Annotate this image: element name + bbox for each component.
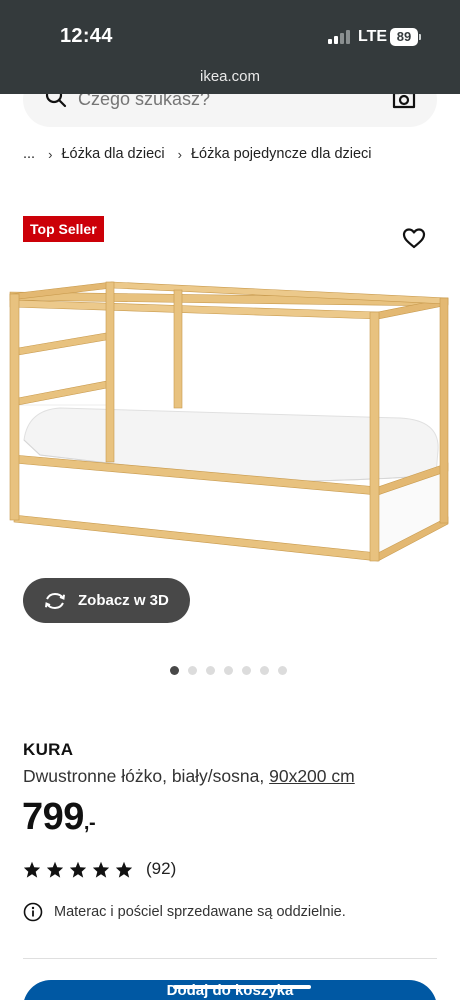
carousel-dot[interactable]: [260, 666, 269, 675]
status-bar: 12:44 LTE 89: [0, 0, 460, 62]
chevron-right-icon: ›: [177, 146, 182, 162]
view-3d-button[interactable]: Zobacz w 3D: [23, 578, 190, 623]
chevron-right-icon: ›: [48, 146, 53, 162]
notice-text: Materac i pościel sprzedawane są oddziel…: [54, 904, 346, 920]
price-suffix: ,-: [83, 812, 96, 834]
product-image[interactable]: [0, 250, 460, 580]
battery-tip: [419, 34, 421, 40]
network-type: LTE: [358, 28, 388, 45]
info-icon: [23, 902, 43, 922]
carousel-dot[interactable]: [224, 666, 233, 675]
product-name: KURA: [23, 740, 74, 759]
view-3d-label: Zobacz w 3D: [78, 592, 169, 609]
carousel-indicator: [170, 666, 287, 675]
carousel-dot[interactable]: [206, 666, 215, 675]
carousel-dot[interactable]: [170, 666, 179, 675]
product-description-text: Dwustronne łóżko, biały/sosna,: [23, 766, 265, 786]
review-count: (92): [146, 859, 177, 878]
home-indicator: [173, 985, 311, 989]
breadcrumb-item-kids-beds[interactable]: Łóżka dla dzieci: [61, 146, 164, 162]
signal-icon: [328, 30, 352, 44]
breadcrumb-ellipsis[interactable]: ...: [23, 146, 35, 162]
product-description: Dwustronne łóżko, biały/sosna, 90x200 cm: [23, 766, 355, 787]
star-icon: [46, 861, 64, 878]
add-to-cart-button[interactable]: Dodaj do koszyka: [23, 980, 437, 1000]
carousel-dot[interactable]: [188, 666, 197, 675]
star-icon: [115, 861, 133, 878]
breadcrumb: ... › Łóżka dla dzieci › Łóżka pojedyncz…: [23, 146, 372, 162]
product-rating[interactable]: (92): [23, 859, 176, 879]
status-time: 12:44: [60, 25, 113, 47]
breadcrumb-item-single-kids-beds[interactable]: Łóżka pojedyncze dla dzieci: [191, 146, 372, 162]
product-price: 799,-: [22, 796, 96, 839]
battery-icon: 89: [390, 28, 418, 46]
price-value: 799: [22, 796, 84, 838]
carousel-dot[interactable]: [242, 666, 251, 675]
top-seller-badge: Top Seller: [23, 216, 104, 242]
rotate-3d-icon: [43, 590, 67, 616]
url-bar[interactable]: ikea.com: [0, 62, 460, 94]
product-size-link[interactable]: 90x200 cm: [269, 766, 355, 786]
bed-illustration: [9, 281, 449, 562]
star-icon: [92, 861, 110, 878]
star-icon: [69, 861, 87, 878]
url-text: ikea.com: [199, 68, 261, 85]
divider: [23, 958, 437, 959]
star-icon: [23, 861, 41, 878]
product-notice: Materac i pościel sprzedawane są oddziel…: [23, 902, 346, 922]
carousel-dot[interactable]: [278, 666, 287, 675]
